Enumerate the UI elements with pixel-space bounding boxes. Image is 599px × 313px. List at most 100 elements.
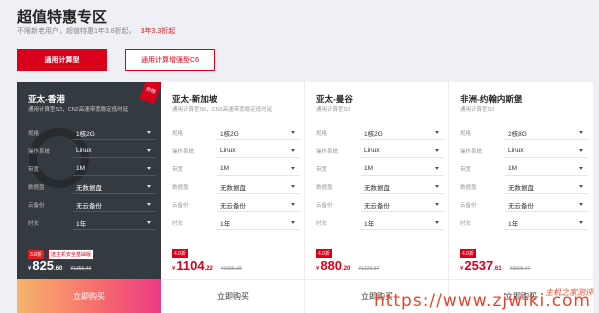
spec-value: 无云备份 [76,202,102,210]
chevron-down-icon [291,202,295,206]
spec-value: 1年 [220,220,231,228]
spec-value: 2核8G [508,130,527,138]
data-disk-select[interactable]: 无数据盘 [73,181,156,194]
spec-value: Linux [508,147,524,154]
os-select[interactable]: Linux [73,145,156,158]
spec-row-data-disk: 数据盘 无数据盘 [172,180,300,194]
product-card-bangkok: 亚太-曼谷 通用计算型S3 规格 1核2G 操作系统 Linux 带宽 1M 数… [305,82,449,313]
spec-row-bandwidth: 带宽 1M [172,162,300,176]
spec-value: 无数据盘 [508,184,534,192]
backup-select[interactable]: 无云备份 [73,199,156,212]
os-select[interactable]: Linux [505,145,588,158]
chevron-down-icon [435,130,439,134]
price-currency: ¥ [172,266,176,272]
bandwidth-select[interactable]: 1M [217,163,300,176]
spec-row-backup: 云备份 无云备份 [28,198,156,212]
os-select[interactable]: Linux [361,145,444,158]
chevron-down-icon [579,184,583,188]
spec-label: 云备份 [28,203,45,209]
chevron-down-icon [435,184,439,188]
flavor-select[interactable]: 2核8G [505,127,588,140]
spec-label: 时长 [172,221,184,227]
chevron-down-icon [579,202,583,206]
data-disk-select[interactable]: 无数据盘 [217,181,300,194]
spec-value: 无数据盘 [364,184,390,192]
product-cards: 热销 亚太-香港 通用计算型S3，CN2高速带宽稳定低时延 规格 1核2G 操作… [17,82,593,313]
tab-general-compute[interactable]: 通用计算型 [17,49,107,71]
chevron-down-icon [435,148,439,152]
backup-select[interactable]: 无云备份 [217,199,300,212]
flavor-select[interactable]: 1核2G [361,127,444,140]
spec-label: 带宽 [28,167,40,173]
product-card-hongkong: 热销 亚太-香港 通用计算型S3，CN2高速带宽稳定低时延 规格 1核2G 操作… [17,82,161,313]
spec-value: 无云备份 [508,202,534,210]
spec-label: 带宽 [316,167,328,173]
spec-row-os: 操作系统 Linux [316,144,444,158]
price: ¥ 880 .20 ¥1320.37 [316,258,379,273]
spec-value: Linux [76,147,92,154]
bandwidth-select[interactable]: 1M [361,163,444,176]
os-select[interactable]: Linux [217,145,300,158]
duration-select[interactable]: 1年 [505,217,588,230]
chevron-down-icon [435,202,439,206]
spec-row-backup: 云备份 无云备份 [460,198,588,212]
subtitle-highlight: 3年3.3折起 [140,28,176,35]
product-card-singapore: 亚太-新加坡 通用计算型S6，CN2高速带宽稳定低时延 规格 1核2G 操作系统… [161,82,305,313]
price-integer: 2537 [464,258,494,273]
chevron-down-icon [579,220,583,224]
spec-value: 1M [220,165,230,172]
flavor-select[interactable]: 1核2G [73,127,156,140]
spec-label: 规格 [460,131,472,137]
tab-general-compute-enhanced-c6[interactable]: 通用计算增强型C6 [125,49,215,71]
backup-select[interactable]: 无云备份 [505,199,588,212]
chevron-down-icon [435,166,439,170]
flavor-select[interactable]: 1核2G [217,127,300,140]
spec-label: 云备份 [172,203,189,209]
duration-select[interactable]: 1年 [73,217,156,230]
backup-select[interactable]: 无云备份 [361,199,444,212]
spec-row-duration: 时长 1年 [460,216,588,230]
spec-value: 1年 [364,220,375,228]
spec-row-flavor: 规格 1核2G [28,126,156,140]
spec-row-backup: 云备份 无云备份 [172,198,300,212]
buy-now-button[interactable]: 立即购买 [17,279,161,313]
spec-label: 带宽 [460,167,472,173]
spec-value: 1年 [76,220,87,228]
spec-value: 1M [508,165,518,172]
bandwidth-select[interactable]: 1M [505,163,588,176]
data-disk-select[interactable]: 无数据盘 [361,181,444,194]
page-title: 超值特惠专区 [17,9,108,26]
chevron-down-icon [579,166,583,170]
chevron-down-icon [147,166,151,170]
spec-row-bandwidth: 带宽 1M [28,162,156,176]
buy-now-button[interactable]: 立即购买 [161,279,304,313]
spec-value: 无云备份 [220,202,246,210]
duration-select[interactable]: 1年 [217,217,300,230]
page-subtitle: 不限新老用户，超值特惠1年3.8折起， 3年3.3折起 [17,26,175,36]
spec-value: 1核2G [76,130,95,138]
price: ¥ 2537 .61 ¥3806.47 [460,258,530,273]
duration-select[interactable]: 1年 [361,217,444,230]
spec-value: 1核2G [220,130,239,138]
chevron-down-icon [579,148,583,152]
spec-value: 无数据盘 [76,184,102,192]
chevron-down-icon [147,184,151,188]
spec-label: 数据盘 [460,185,477,191]
data-disk-select[interactable]: 无数据盘 [505,181,588,194]
instance-type-tabs: 通用计算型 通用计算增强型C6 [17,49,215,71]
spec-row-data-disk: 数据盘 无数据盘 [316,180,444,194]
price-decimal: .22 [204,266,213,272]
spec-row-flavor: 规格 1核2G [172,126,300,140]
spec-value: 1M [76,165,86,172]
spec-row-os: 操作系统 Linux [172,144,300,158]
discount-line: 4.0折 [316,249,332,258]
discount-line: 4.0折 [172,249,188,258]
discount-badge: 4.0折 [460,249,476,258]
subtitle-text: 不限新老用户，超值特惠1年3.8折起， [17,28,136,35]
bandwidth-select[interactable]: 1M [73,163,156,176]
price-currency: ¥ [316,266,320,272]
price-decimal: .20 [342,266,351,272]
spec-label: 云备份 [460,203,477,209]
spec-value: 无数据盘 [220,184,246,192]
original-price: ¥1655.38 [220,266,242,272]
